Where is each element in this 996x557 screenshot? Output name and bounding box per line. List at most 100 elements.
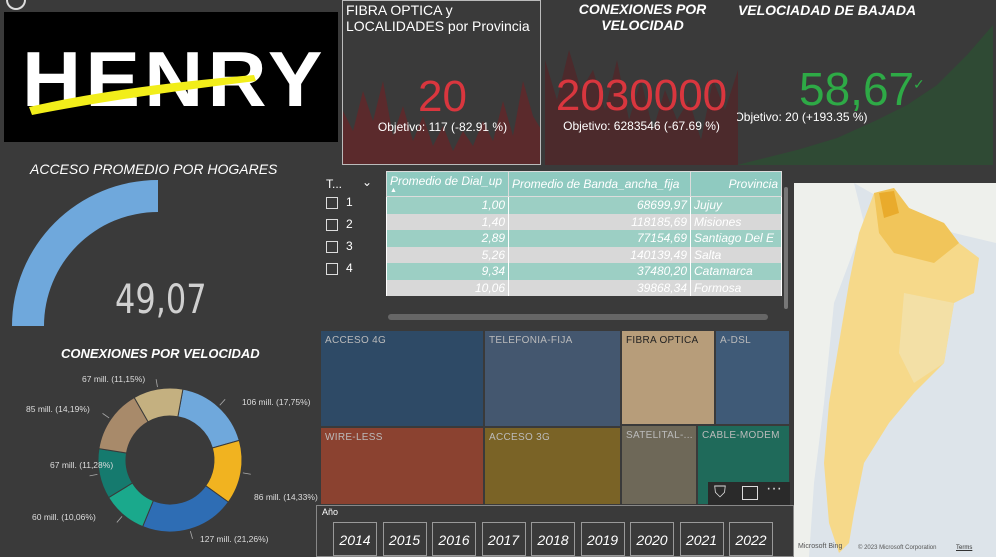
map-brand: Microsoft Bing (798, 543, 843, 550)
donut-leader-line (155, 379, 158, 388)
slicer-option-label: 4 (346, 261, 353, 275)
kpi2-title: CONEXIONES POR VELOCIDAD (578, 1, 707, 34)
table-row[interactable]: 2,89 77154,69 Santiago Del E (386, 230, 782, 247)
treemap-tile[interactable]: A-DSL (715, 330, 790, 425)
kpi2-target: Objetivo: 6283546 (-67.69 %) (563, 119, 720, 133)
treemap-tile[interactable]: FIBRA OPTICA (621, 330, 715, 425)
slicer-option[interactable]: 4 (326, 261, 378, 283)
kpi3-title: VELOCIADAD DE BAJADA (737, 2, 917, 18)
cell: 68699,97 (508, 196, 691, 214)
tile-label: ACCESO 4G (325, 335, 387, 346)
donut-leader-line (89, 473, 98, 477)
table-row[interactable]: 9,34 37480,20 Catamarca (386, 263, 782, 280)
year-button-2020[interactable]: 2020 (630, 522, 674, 556)
cell: 10,06 (386, 279, 509, 296)
treemap-tile[interactable]: WIRE-LESS (320, 427, 484, 505)
checkbox-icon[interactable] (326, 196, 338, 209)
col-header[interactable]: Provincia (690, 171, 782, 197)
treemap-tile[interactable]: SATELITAL-... (621, 425, 697, 505)
checkbox-icon[interactable] (326, 262, 338, 275)
year-button-2014[interactable]: 2014 (333, 522, 377, 556)
kpi1-title: FIBRA OPTICA y LOCALIDADES por Provincia (346, 2, 530, 35)
year-button-2022[interactable]: 2022 (729, 522, 773, 556)
donut-slice[interactable] (142, 485, 230, 533)
kpi1-value: 20 (418, 72, 467, 121)
year-button-2019[interactable]: 2019 (580, 522, 625, 556)
cell: 118185,69 (508, 213, 691, 230)
cell: 140139,49 (508, 246, 691, 263)
checkbox-icon[interactable] (326, 218, 338, 231)
visual-header-toolbar: ⛉ ··· (708, 480, 790, 506)
tile-label: ACCESO 3G (489, 432, 551, 443)
table-row[interactable]: 10,06 39868,34 Formosa (386, 279, 782, 296)
map-copyright: © 2023 Microsoft Corporation (858, 545, 937, 551)
kpi3-check-icon: ✓ (913, 76, 925, 92)
sort-asc-icon[interactable]: ▲ (390, 187, 505, 194)
year-button-2016[interactable]: 2016 (432, 522, 476, 556)
slicer-option[interactable]: 3 (326, 239, 378, 261)
cell: 39868,34 (508, 279, 691, 296)
donut-leader-line (219, 399, 226, 406)
year-button-2018[interactable]: 2018 (531, 522, 575, 556)
donut-data-label: 106 mill. (17,75%) (242, 397, 311, 407)
donut-leader-line (102, 413, 110, 419)
more-options-icon[interactable]: ··· (766, 480, 782, 498)
table-row[interactable]: 1,00 68699,97 Jujuy (386, 196, 782, 214)
kpi1-target: Objetivo: 117 (-82.91 %) (377, 120, 508, 134)
slicer-header: T... ⌄ (326, 175, 378, 195)
tile-label: A-DSL (720, 335, 751, 346)
cell: Salta (690, 246, 782, 263)
tile-label: TELEFONIA-FIJA (489, 335, 573, 346)
filter-icon[interactable]: ⛉ (714, 484, 726, 502)
tile-label: FIBRA OPTICA (626, 335, 699, 346)
year-button-2015[interactable]: 2015 (382, 522, 427, 556)
tile-label: SATELITAL-... (626, 430, 693, 441)
col-header[interactable]: Promedio de Dial_up ▲ (386, 171, 509, 197)
donut-leader-line (189, 531, 193, 539)
col-header[interactable]: Promedio de Banda_ancha_fija (508, 171, 691, 197)
col-header-label: Promedio de Dial_up (390, 173, 503, 188)
argentina-map[interactable]: Microsoft Bing © 2023 Microsoft Corporat… (794, 183, 996, 557)
treemap-chart[interactable]: ACCESO 4G TELEFONIA-FIJA FIBRA OPTICA A-… (320, 330, 790, 506)
treemap-tile[interactable]: TELEFONIA-FIJA (484, 330, 621, 427)
donut-chart[interactable]: 106 mill. (17,75%) 86 mill. (14,33%) 127 m… (0, 360, 320, 557)
treemap-tile[interactable]: ACCESO 4G (320, 330, 484, 427)
horizontal-scrollbar[interactable] (388, 314, 768, 320)
type-slicer[interactable]: T... ⌄ 1 2 3 4 (326, 175, 378, 287)
cell: 9,34 (386, 263, 509, 280)
table-row[interactable]: 5,26 140139,49 Salta (386, 246, 782, 263)
kpi2-value: 2030000 (555, 71, 728, 120)
donut-title: CONEXIONES POR VELOCIDAD (61, 346, 260, 361)
cell: 1,40 (386, 213, 509, 230)
donut-leader-line (116, 516, 123, 523)
gauge-title: ACCESO PROMEDIO POR HOGARES (30, 161, 278, 177)
henry-logo: HENRY (4, 12, 338, 142)
slicer-option-label: 2 (346, 217, 353, 231)
cell: Santiago Del E (690, 230, 782, 247)
year-slicer[interactable]: Año 2014 2015 2016 2017 2018 2019 2020 2021 2022 (316, 505, 794, 557)
checkbox-icon[interactable] (326, 240, 338, 253)
vertical-scrollbar[interactable] (784, 187, 788, 309)
treemap-tile[interactable]: ACCESO 3G (484, 427, 621, 505)
map-terms-link[interactable]: Terms (956, 545, 972, 551)
donut-data-label: 85 mill. (14,19%) (26, 404, 90, 414)
year-button-2017[interactable]: 2017 (481, 522, 526, 556)
kpi3-value: 58,67 (799, 63, 915, 115)
donut-data-label: 86 mill. (14,33%) (254, 492, 318, 502)
kpi-velocidad-bajada[interactable]: VELOCIADAD DE BAJADA 58,67 ✓ Objetivo: 2… (737, 0, 993, 165)
chevron-down-icon[interactable]: ⌄ (362, 175, 372, 189)
donut-slice[interactable] (177, 388, 240, 449)
gauge-value: 49,07 (115, 277, 207, 323)
slicer-option-label: 3 (346, 239, 353, 253)
table-row[interactable]: 1,40 118185,69 Misiones (386, 213, 782, 230)
donut-data-label: 67 mill. (11,15%) (82, 374, 145, 384)
cell: 5,26 (386, 246, 509, 263)
kpi-fibra-optica[interactable]: FIBRA OPTICA y LOCALIDADES por Provincia… (342, 0, 541, 165)
slicer-option[interactable]: 1 (326, 195, 378, 217)
kpi-conexiones-velocidad[interactable]: CONEXIONES POR VELOCIDAD 2030000 Objetiv… (545, 0, 738, 165)
info-icon[interactable] (6, 0, 26, 10)
provincia-table[interactable]: Promedio de Dial_up ▲ Promedio de Banda_a… (386, 171, 788, 323)
slicer-option[interactable]: 2 (326, 217, 378, 239)
year-button-2021[interactable]: 2021 (679, 522, 724, 556)
focus-mode-icon[interactable] (742, 486, 758, 500)
